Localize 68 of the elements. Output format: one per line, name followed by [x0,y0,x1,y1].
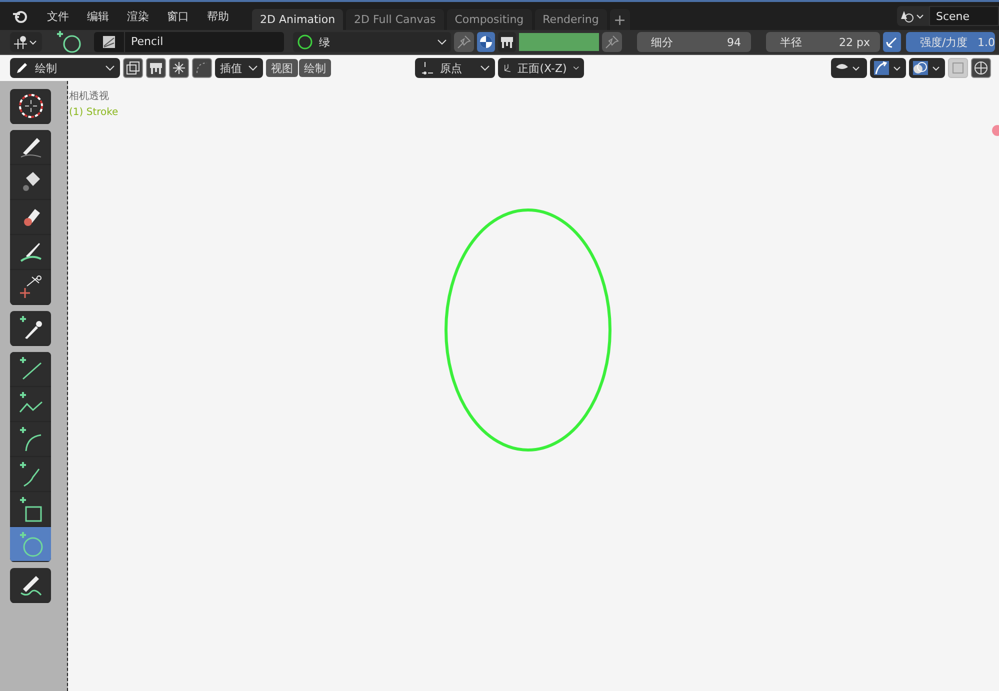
workspace-tab[interactable]: 2D Animation [252,9,344,30]
pen-pressure-button[interactable] [883,32,901,52]
pin-button[interactable] [602,32,622,52]
vertex-color-icon [500,35,514,49]
chevron-down-icon [248,64,258,72]
curve-edit-button[interactable] [192,58,212,78]
material-ball-icon [479,35,493,49]
view-menu[interactable]: 视图 [266,59,298,77]
object-name-label: (1) Stroke [69,107,118,118]
menu-item[interactable]: 渲染 [118,8,158,24]
workspace-tab[interactable]: 2D Full Canvas [346,9,444,30]
scene-selector-button[interactable] [897,6,929,26]
add-workspace-button[interactable]: + [610,9,630,30]
blender-logo-icon[interactable] [12,9,28,23]
orientation-dropdown[interactable]: 正面(X-Z) [498,58,584,78]
color-swatch[interactable] [519,33,599,51]
gizmo-icon [874,61,902,75]
pin-icon [605,35,619,49]
pin-icon [457,35,471,49]
material-dropdown[interactable]: 绿 [293,32,451,52]
layers-icon [126,61,140,75]
draw-tool-button[interactable] [10,130,51,165]
pencil-icon [15,61,29,75]
color-mode-button[interactable] [477,32,495,52]
menu-item[interactable]: 文件 [38,8,78,24]
brush-icon[interactable] [102,35,116,49]
workspace-tab[interactable]: Compositing [446,9,532,30]
chevron-down-icon [572,64,579,72]
menu-item[interactable]: 帮助 [198,8,238,24]
chevron-down-icon [105,64,115,72]
pin-button[interactable] [454,32,474,52]
view-name-label: 相机透视 [69,90,110,103]
tool-settings-button[interactable] [10,32,42,52]
snowflake-icon [172,61,186,75]
pen-pressure-icon [885,35,899,49]
snowflake-button[interactable] [169,58,189,78]
vertex-color-button[interactable] [498,32,516,52]
cursor-icon [16,92,44,120]
menu-item[interactable]: 编辑 [78,8,118,24]
circle-tool-button[interactable] [10,527,51,562]
layer-toggle-button[interactable] [123,58,143,78]
overlay-dropdown[interactable] [909,58,945,78]
square-icon [951,61,965,75]
material-circle-icon [297,34,313,50]
workspace-tab[interactable]: Rendering [534,9,607,30]
wireframe-shading-button[interactable] [971,58,991,78]
chevron-down-icon [437,38,447,46]
interpolate-dropdown[interactable]: 插值 [215,58,263,78]
multiframe-icon [149,61,163,75]
line-tool-button[interactable] [10,352,51,387]
subdivide-field[interactable]: 细分 94 [637,32,751,52]
circle-tool-icon [57,30,83,54]
pivot-dropdown[interactable]: 原点 [415,58,495,78]
tool-settings-icon [13,35,39,49]
chevron-down-icon [480,64,490,72]
scene-name-field[interactable]: Scene [929,6,999,26]
menu-item[interactable]: 窗口 [158,8,198,24]
mode-dropdown[interactable]: 绘制 [10,58,120,78]
gizmo-dropdown[interactable] [870,58,906,78]
strength-field[interactable]: 强度/力度 1.0 [906,32,995,52]
multiframe-button[interactable] [146,58,166,78]
overlays-icon [913,61,941,75]
radius-field[interactable]: 半径 22 px [766,32,880,52]
wireframe-sphere-icon [974,61,988,75]
visibility-dropdown[interactable] [831,58,867,78]
draw-menu[interactable]: 绘制 [299,59,331,77]
scene-icon [900,9,926,23]
pivot-icon [420,61,434,75]
